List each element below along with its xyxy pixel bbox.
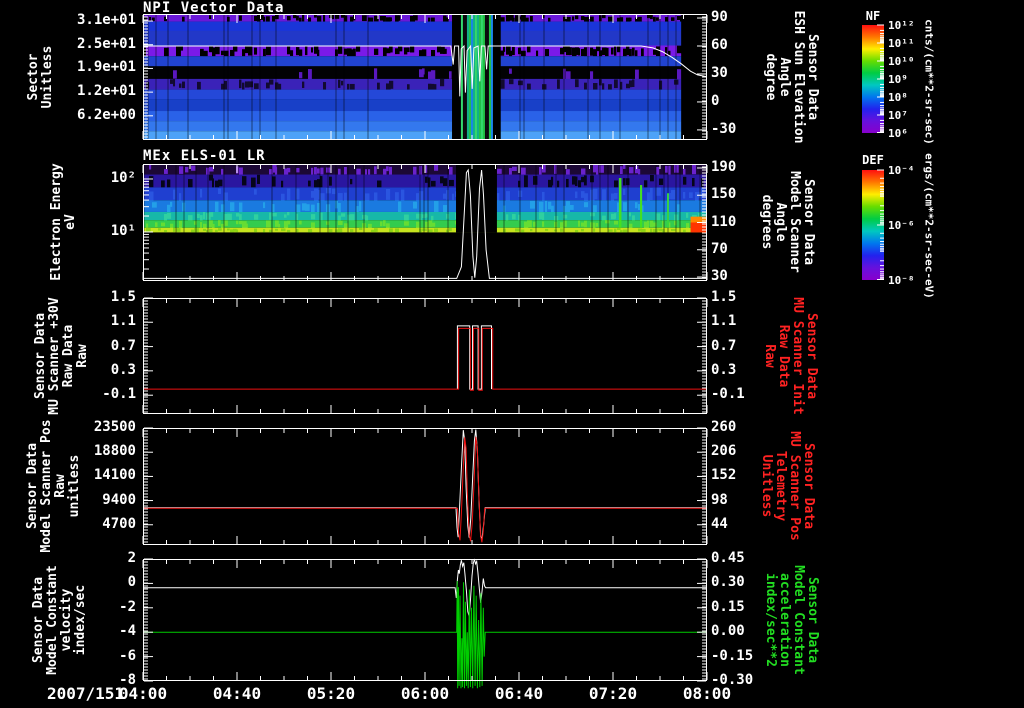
panel-scanner-pos-right-axis-label: Sensor Data MU Scanner Pos Telemetry Uni… [759, 431, 816, 541]
colorbar-tick-label: 10⁸ [888, 91, 908, 104]
x-axis-tick-label: 05:20 [306, 684, 356, 703]
panel-scanner-30v-plot [142, 297, 708, 414]
panel-scanner-pos-plot [142, 427, 708, 545]
x-axis-tick-label: 04:00 [118, 684, 168, 703]
y-axis-tick-label: 1.2e+01 [76, 83, 136, 100]
panel-scanner-pos-left-axis-label: Sensor Data Model Scanner Pos Raw unitle… [25, 419, 82, 553]
x-axis-tick-label: 04:40 [212, 684, 262, 703]
x-axis-tick-label: 06:00 [400, 684, 450, 703]
colorbar-tick-label: 10¹¹ [888, 37, 915, 50]
panel-model-constant-plot [142, 558, 708, 689]
colorbar-tick-label: 10⁶ [888, 127, 908, 140]
colorbar-tick-label: 10⁻⁶ [888, 219, 915, 232]
panel-npi-plot [142, 14, 708, 140]
panel-scanner-30v-right-axis-label: Sensor Data MU Scanner Init Raw Data Raw [762, 297, 819, 415]
y-axis-tick-label: 2.5e+01 [76, 35, 136, 52]
colorbar-nf-title: NF [865, 9, 881, 23]
panel-els-plot [142, 164, 708, 281]
panel-els-title: MEx ELS-01 LR [143, 148, 266, 164]
y-axis-tick-label: 6.2e+00 [76, 106, 136, 123]
panel-model-constant-right-axis-label: Sensor Data Model Constant acceleration … [763, 565, 820, 675]
panel-model-constant-left-axis-label: Sensor Data Model Constant velocity inde… [31, 565, 88, 675]
colorbar-tick-label: 10⁻⁸ [888, 274, 915, 287]
colorbar-tick-label: 10¹² [888, 19, 915, 32]
x-axis-tick-label: 08:00 [682, 684, 732, 703]
colorbar-tick-label: 10⁹ [888, 73, 908, 86]
panel-npi-left-axis-label: Sector Unitless [26, 45, 55, 109]
colorbar-tick-label: 10¹⁰ [888, 55, 915, 68]
y-axis-tick-label: 3.1e+01 [76, 12, 136, 29]
panel-npi-right-axis-label: Sensor Data ESH Sun Elevation Angle degr… [763, 10, 820, 144]
plot-screen: NPI Vector Data MEx ELS-01 LR 2007/151 N… [0, 0, 1024, 708]
y-axis-tick-label: 1.9e+01 [76, 59, 136, 76]
panel-els-right-axis-label: Sensor Data Model Scanner Angle degrees [759, 171, 816, 273]
x-axis-tick-label: 06:40 [494, 684, 544, 703]
colorbar-def-title: DEF [862, 153, 884, 167]
colorbar-tick-label: 10⁷ [888, 109, 908, 122]
panel-els-left-axis-label: Electron Energy eV [49, 163, 78, 281]
colorbar-tick-label: 10⁻⁴ [888, 164, 915, 177]
panel-scanner-30v-left-axis-label: Sensor Data MU Scanner +30V Raw Data Raw [33, 297, 90, 415]
x-axis-tick-label: 07:20 [588, 684, 638, 703]
